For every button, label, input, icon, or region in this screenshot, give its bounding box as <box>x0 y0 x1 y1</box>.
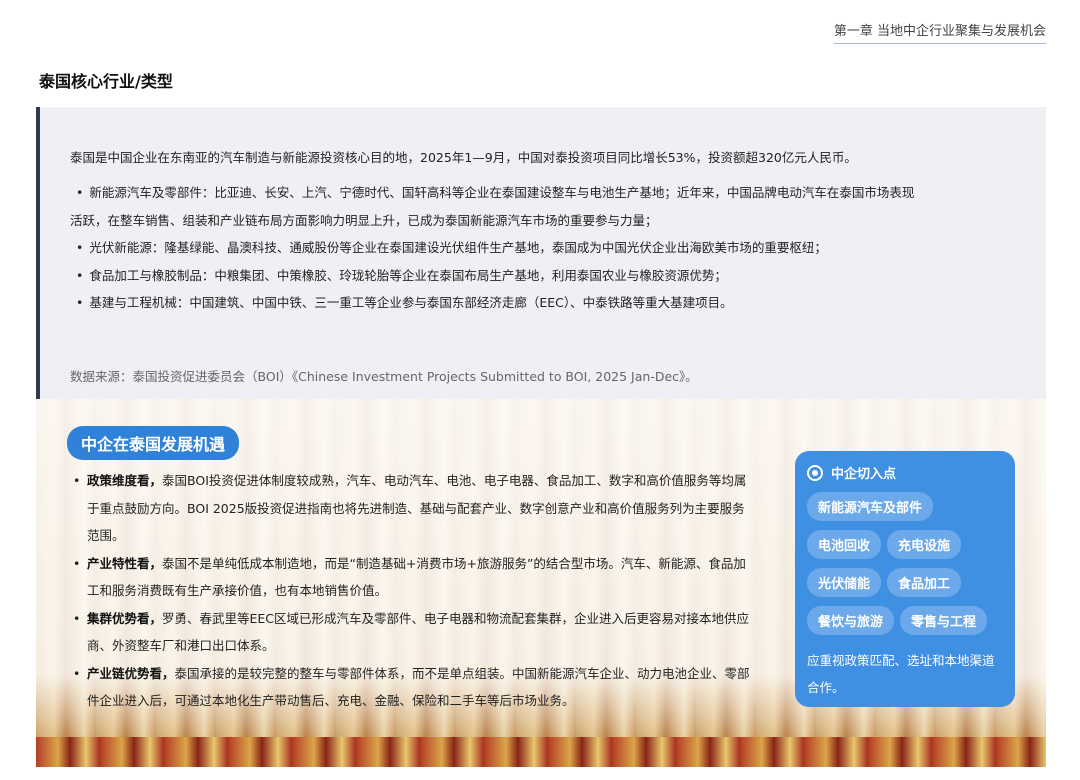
entry-tag: 电池回收 <box>807 530 882 559</box>
opportunity-heading: 产业特性看， <box>87 555 163 571</box>
chapter-header: 第一章 当地中企行业聚集与发展机会 <box>833 20 1046 44</box>
data-source: 数据来源：泰国投资促进委员会（BOI）《Chinese Investment P… <box>70 369 698 384</box>
opportunity-item: 产业链优势看，泰国承接的是较完整的整车与零部件体系，而不是单点组装。中国新能源汽… <box>73 660 753 715</box>
target-icon <box>807 464 823 481</box>
entry-tag: 新能源汽车及部件 <box>807 492 934 521</box>
page-title: 泰国核心行业/类型 <box>39 72 173 91</box>
entry-point-card: 中企切入点 新能源汽车及部件 电池回收 充电设施 光伏储能 食品加工 餐饮与旅游… <box>795 451 1015 707</box>
opportunity-item: 政策维度看，泰国BOI投资促进体制度较成熟，汽车、电动汽车、电池、电子电器、食品… <box>73 467 753 550</box>
industry-list: • 新能源汽车及零部件：比亚迪、长安、上汽、宁德时代、国轩高科等企业在泰国建设整车… <box>70 179 920 317</box>
entry-card-note: 应重视政策匹配、选址和本地渠道合作。 <box>807 653 995 695</box>
opportunity-item: 产业特性看，泰国不是单纯低成本制造地，而是“制造基础+消费市场+旅游服务”的结合… <box>73 550 753 605</box>
temple-base-decoration <box>36 737 1046 767</box>
entry-card-title: 中企切入点 <box>831 467 897 482</box>
opportunity-item: 集群优势看，罗勇、春武里等EEC区域已形成汽车及零部件、电子电器和物流配套集群，… <box>73 605 753 660</box>
opportunity-heading: 政策维度看， <box>87 473 163 488</box>
opportunities-title: 中企在泰国发展机遇 <box>67 426 240 460</box>
industry-item: • 光伏新能源：隆基绿能、晶澳科技、通威股份等企业在泰国建设光伏组件生产基地，泰国… <box>76 240 827 255</box>
industry-item: • 新能源汽车及零部件：比亚迪、长安、上汽、宁德时代、国轩高科等企业在泰国建设整车… <box>70 185 915 228</box>
temple-background-image: 中企在泰国发展机遇 政策维度看，泰国BOI投资促进体制度较成熟，汽车、电动汽车、… <box>36 399 1046 767</box>
opportunities-list: 政策维度看，泰国BOI投资促进体制度较成熟，汽车、电动汽车、电池、电子电器、食品… <box>73 467 753 715</box>
industry-box: 泰国是中国企业在东南亚的汽车制造与新能源投资核心目的地，2025年1—9月，中国… <box>36 107 1046 399</box>
opportunity-heading: 集群优势看， <box>87 610 163 626</box>
industry-item: • 基建与工程机械：中国建筑、中国中铁、三一重工等企业参与泰国东部经济走廊（EEC… <box>76 295 733 310</box>
entry-tags: 新能源汽车及部件 电池回收 充电设施 光伏储能 食品加工 餐饮与旅游 零售与工程 <box>807 492 1003 635</box>
entry-tag: 食品加工 <box>887 568 962 597</box>
industry-intro: 泰国是中国企业在东南亚的汽车制造与新能源投资核心目的地，2025年1—9月，中国… <box>70 150 857 165</box>
entry-tag: 光伏储能 <box>807 568 882 597</box>
entry-card-header: 中企切入点 <box>807 463 1003 482</box>
opportunity-heading: 产业链优势看， <box>87 665 175 681</box>
industry-item: • 食品加工与橡胶制品：中粮集团、中策橡胶、玲珑轮胎等企业在泰国布局生产基地，利用… <box>76 267 727 283</box>
entry-tag: 餐饮与旅游 <box>807 606 895 635</box>
entry-tag: 充电设施 <box>887 530 962 559</box>
entry-tag: 零售与工程 <box>900 606 988 635</box>
